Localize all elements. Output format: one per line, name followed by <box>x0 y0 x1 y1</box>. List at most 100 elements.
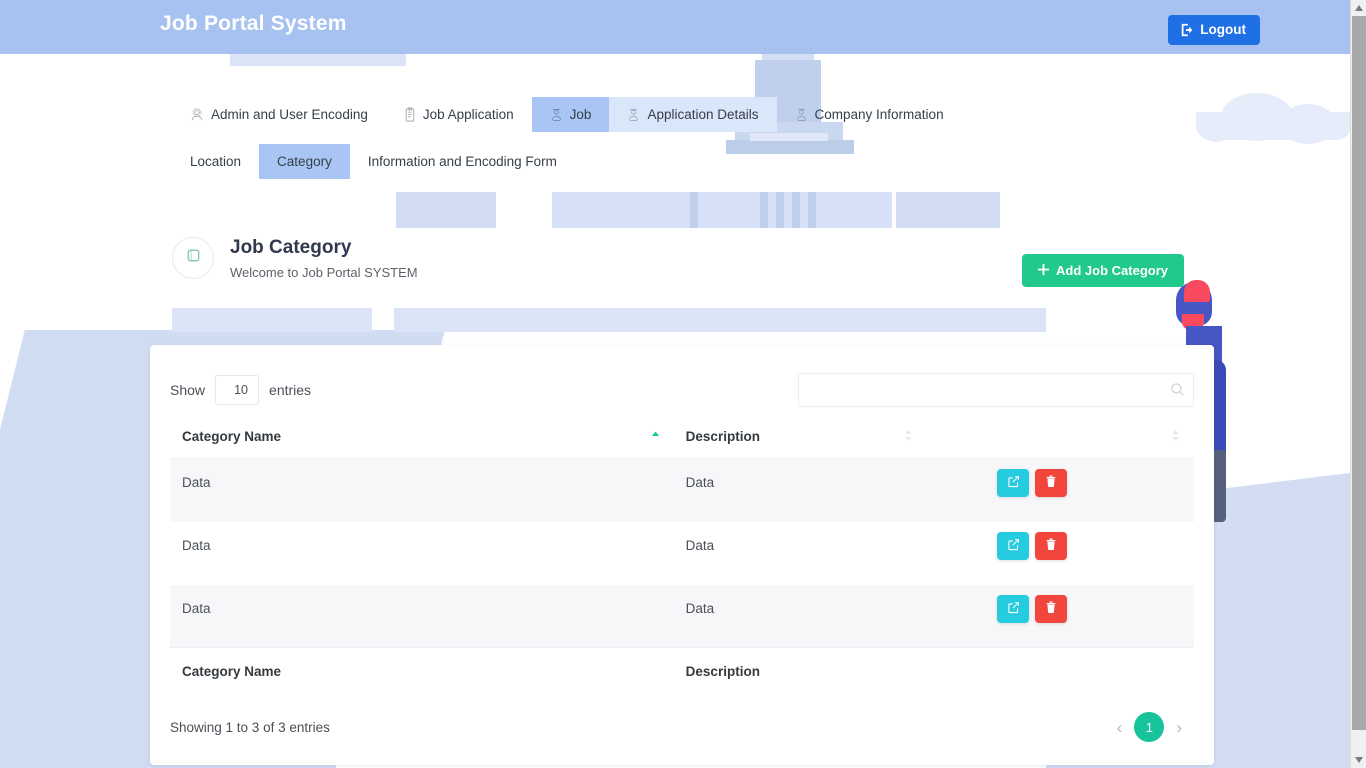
nav-tab-job-application[interactable]: Job Application <box>386 97 532 132</box>
sort-none-icon <box>1171 428 1180 445</box>
table-body: Data Data <box>170 459 1194 648</box>
page-badge <box>172 237 214 279</box>
search-icon <box>1170 382 1185 402</box>
sort-none-icon <box>904 428 913 445</box>
table-row: Data Data <box>170 459 1194 522</box>
search-box <box>798 373 1194 407</box>
edit-row-button[interactable] <box>997 595 1029 623</box>
edit-square-icon <box>1007 538 1020 554</box>
trash-icon <box>1045 538 1057 554</box>
cell-category-name: Data <box>170 459 674 522</box>
nav-tab-label: Location <box>190 154 241 169</box>
nav-tab-location[interactable]: Location <box>172 144 259 179</box>
nav-tab-label: Application Details <box>647 107 758 122</box>
nav-tab-label: Category <box>277 154 332 169</box>
nav-tab-application-details[interactable]: Application Details <box>609 97 776 132</box>
file-list-icon <box>404 107 416 122</box>
user-gear-icon <box>190 108 204 122</box>
scroll-down-arrow-icon[interactable] <box>1351 752 1366 768</box>
cloud-icon <box>1280 104 1336 144</box>
page-subtitle: Welcome to Job Portal SYSTEM <box>230 265 418 280</box>
trash-icon <box>1045 475 1057 491</box>
table-row: Data Data <box>170 585 1194 648</box>
nav-tab-label: Company Information <box>815 107 944 122</box>
user-icon <box>795 108 808 122</box>
cell-category-name: Data <box>170 585 674 648</box>
cell-description: Data <box>674 522 928 585</box>
primary-nav: Admin and User Encoding Job Application … <box>172 97 962 132</box>
nav-tab-information-and-encoding-form[interactable]: Information and Encoding Form <box>350 144 575 179</box>
table-footer-bar: Showing 1 to 3 of 3 entries ‹ 1 › <box>150 689 1214 765</box>
vertical-scrollbar[interactable] <box>1350 0 1366 768</box>
pagination-page-1[interactable]: 1 <box>1134 712 1164 742</box>
logout-button[interactable]: Logout <box>1168 15 1260 45</box>
building-shape <box>792 192 800 228</box>
footer-column-category-name: Category Name <box>170 648 674 696</box>
show-label: Show <box>170 382 205 398</box>
app-brand-title: Job Portal System <box>160 12 347 36</box>
footer-column-description: Description <box>674 648 928 696</box>
column-header-description[interactable]: Description <box>674 415 928 459</box>
edit-row-button[interactable] <box>997 469 1029 497</box>
delete-row-button[interactable] <box>1035 595 1067 623</box>
building-shape <box>750 133 828 141</box>
cell-actions <box>927 585 1194 648</box>
cell-category-name: Data <box>170 522 674 585</box>
cell-actions <box>927 459 1194 522</box>
showing-entries-text: Showing 1 to 3 of 3 entries <box>170 720 330 735</box>
add-job-category-label: Add Job Category <box>1056 263 1168 278</box>
table-header-row: Category Name Description <box>170 415 1194 459</box>
cell-actions <box>927 522 1194 585</box>
building-shape <box>760 192 768 228</box>
search-input[interactable] <box>798 373 1194 407</box>
nav-tab-admin-and-user-encoding[interactable]: Admin and User Encoding <box>172 97 386 132</box>
delete-row-button[interactable] <box>1035 532 1067 560</box>
page-heading: Job Category Welcome to Job Portal SYSTE… <box>172 236 418 280</box>
logout-label: Logout <box>1200 22 1246 37</box>
logout-icon <box>1180 23 1194 37</box>
user-icon <box>550 108 563 122</box>
job-category-table: Category Name Description <box>170 415 1194 695</box>
building-shape <box>690 192 698 228</box>
chevron-left-icon[interactable]: ‹ <box>1117 719 1123 736</box>
edit-square-icon <box>1007 475 1020 491</box>
plus-icon <box>1038 263 1049 278</box>
building-shape <box>776 192 784 228</box>
job-category-card: Show 10 25 50 100 entries <box>150 345 1214 765</box>
column-header-actions[interactable] <box>927 415 1194 459</box>
trash-icon <box>1045 601 1057 617</box>
scroll-up-arrow-icon[interactable] <box>1351 0 1366 16</box>
table-foot: Category Name Description <box>170 648 1194 696</box>
page-title: Job Category <box>230 236 418 261</box>
table-controls: Show 10 25 50 100 entries <box>170 365 1194 415</box>
table-row: Data Data <box>170 522 1194 585</box>
building-shape <box>396 192 496 228</box>
cell-description: Data <box>674 459 928 522</box>
add-job-category-button[interactable]: Add Job Category <box>1022 254 1184 287</box>
user-icon <box>627 108 640 122</box>
edit-row-button[interactable] <box>997 532 1029 560</box>
street-shape <box>394 308 1046 332</box>
delete-row-button[interactable] <box>1035 469 1067 497</box>
book-outline-icon <box>185 247 202 269</box>
scrollbar-thumb[interactable] <box>1352 16 1366 730</box>
secondary-nav: Location Category Information and Encodi… <box>172 144 575 179</box>
cell-description: Data <box>674 585 928 648</box>
column-header-label: Category Name <box>182 429 281 444</box>
table-head: Category Name Description <box>170 415 1194 459</box>
page-length-control: Show 10 25 50 100 entries <box>170 375 311 405</box>
app-header: Job Portal System Logout <box>0 0 1350 54</box>
browser-viewport: Job Portal System Logout Admin and User … <box>0 0 1366 768</box>
column-header-label: Description <box>686 429 760 444</box>
pagination: ‹ 1 › <box>1117 712 1182 742</box>
building-shape <box>896 192 1000 228</box>
building-shape <box>552 192 892 228</box>
chevron-right-icon[interactable]: › <box>1176 719 1182 736</box>
column-header-category-name[interactable]: Category Name <box>170 415 674 459</box>
page-length-select[interactable]: 10 25 50 100 <box>215 375 259 405</box>
nav-tab-job[interactable]: Job <box>532 97 610 132</box>
nav-tab-company-information[interactable]: Company Information <box>777 97 962 132</box>
nav-tab-label: Job Application <box>423 107 514 122</box>
nav-tab-category[interactable]: Category <box>259 144 350 179</box>
street-shape <box>172 308 372 332</box>
